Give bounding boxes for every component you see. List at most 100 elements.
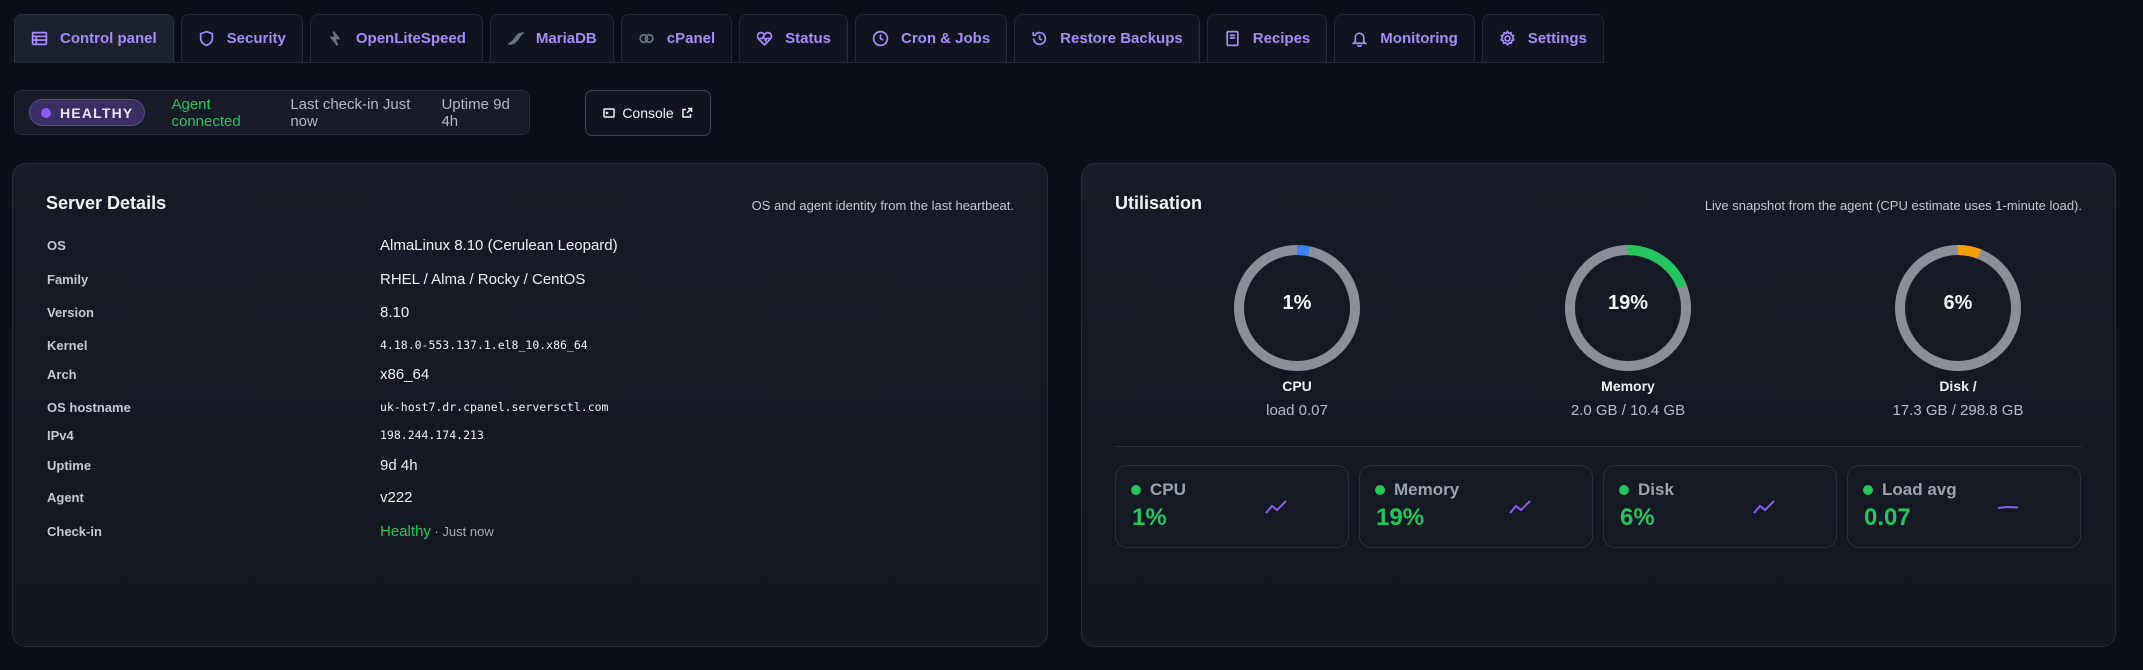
gauge-memory: 19% Memory 2.0 GB / 10.4 GB	[1528, 244, 1728, 419]
gauge-label: CPU	[1282, 378, 1312, 394]
status-dot-icon	[41, 107, 51, 118]
detail-key: Kernel	[47, 337, 88, 353]
tab-label: Settings	[1527, 30, 1587, 47]
mariadb-icon	[508, 32, 524, 45]
server-details-subtitle: OS and agent identity from the last hear…	[751, 198, 1014, 213]
gauge-disk: 6% Disk / 17.3 GB / 298.8 GB	[1858, 244, 2058, 419]
gauge-percent: 19%	[1607, 292, 1649, 314]
console-button[interactable]: Console	[585, 90, 711, 136]
trend-up-icon	[1265, 500, 1287, 514]
tab-label: Recipes	[1252, 30, 1311, 47]
tab-security[interactable]: Security	[180, 14, 303, 62]
detail-row-arch: Arch x86_64	[47, 362, 1017, 386]
status-badge-label: HEALTHY	[60, 104, 134, 121]
stat-card-memory[interactable]: Memory 19%	[1359, 465, 1593, 548]
heart-pulse-icon	[756, 31, 773, 47]
tab-label: Cron & Jobs	[900, 30, 991, 47]
stat-name: Disk	[1638, 480, 1674, 499]
server-details-card: Server Details OS and agent identity fro…	[12, 163, 1048, 647]
external-link-icon	[681, 107, 692, 118]
detail-value: uk-host7.dr.cpanel.serversctl.com	[380, 400, 609, 414]
tab-label: Monitoring	[1380, 30, 1458, 47]
detail-row-check-in: Check-in Healthy · Just now	[47, 519, 1017, 543]
bell-icon	[1351, 32, 1368, 47]
status-dot-icon	[1375, 485, 1385, 495]
detail-value: RHEL / Alma / Rocky / CentOS	[380, 270, 586, 288]
tab-status[interactable]: Status	[739, 14, 848, 62]
table-icon	[31, 31, 48, 46]
detail-row-ipv4: IPv4 198.244.174.213	[47, 423, 1017, 447]
detail-key: Version	[47, 304, 94, 320]
stat-value: 1%	[1132, 504, 1167, 531]
detail-key: IPv4	[47, 427, 74, 443]
detail-key: Check-in	[47, 523, 102, 539]
openlitespeed-icon	[329, 31, 341, 46]
tab-label: Security	[226, 30, 286, 47]
detail-value: 8.10	[380, 303, 410, 321]
stat-value: 19%	[1376, 504, 1425, 531]
tab-label: Control panel	[60, 30, 157, 47]
detail-value: v222	[380, 488, 413, 506]
tab-bar: Control panel Security OpenLiteSpeed Mar…	[14, 14, 1604, 63]
detail-key: Family	[47, 271, 89, 287]
tab-openlitespeed[interactable]: OpenLiteSpeed	[309, 14, 483, 62]
status-badge: HEALTHY	[29, 99, 146, 126]
tab-label: MariaDB	[535, 30, 597, 47]
detail-key: OS hostname	[47, 399, 131, 415]
gear-icon	[1499, 30, 1515, 46]
tab-cron-jobs[interactable]: Cron & Jobs	[854, 14, 1008, 62]
tab-label: Status	[785, 30, 831, 47]
book-icon	[1226, 30, 1239, 47]
tab-monitoring[interactable]: Monitoring	[1334, 14, 1475, 62]
detail-value: x86_64	[380, 365, 430, 383]
stat-name: Memory	[1394, 480, 1460, 499]
tab-restore-backups[interactable]: Restore Backups	[1014, 14, 1200, 62]
cpanel-icon	[639, 33, 654, 44]
gauge-percent: 6%	[1943, 292, 1973, 314]
stat-value: 6%	[1620, 504, 1655, 531]
detail-key: Uptime	[47, 457, 92, 473]
utilisation-title: Utilisation	[1115, 193, 1203, 213]
stat-card-load-avg[interactable]: Load avg 0.07	[1847, 465, 2081, 548]
checkin-health-text: Healthy	[380, 522, 431, 540]
tab-label: OpenLiteSpeed	[355, 30, 466, 47]
detail-row-agent: Agent v222	[47, 485, 1017, 509]
detail-value: Healthy · Just now	[380, 523, 494, 540]
uptime-text: Uptime 9d 4h	[441, 95, 510, 130]
detail-key: Agent	[47, 489, 84, 505]
tab-recipes[interactable]: Recipes	[1206, 14, 1328, 62]
gauge-label: Memory	[1601, 378, 1655, 394]
tab-settings[interactable]: Settings	[1481, 14, 1604, 62]
detail-row-kernel: Kernel 4.18.0-553.137.1.el8_10.x86_64	[47, 333, 1017, 357]
detail-row-uptime: Uptime 9d 4h	[47, 453, 1017, 477]
utilisation-card: Utilisation Live snapshot from the agent…	[1081, 163, 2116, 647]
detail-key: OS	[47, 237, 66, 253]
status-dot-icon	[1131, 485, 1141, 495]
stat-name: Load avg	[1882, 480, 1957, 499]
tab-control-panel[interactable]: Control panel	[14, 14, 174, 62]
section-divider	[1115, 446, 2082, 447]
last-checkin-text: Last check-in Just now	[290, 95, 411, 130]
checkin-time-text: · Just now	[430, 523, 494, 539]
terminal-icon	[603, 108, 616, 118]
trend-up-icon	[1509, 500, 1531, 514]
stat-card-disk[interactable]: Disk 6%	[1603, 465, 1837, 548]
detail-value: 9d 4h	[380, 456, 418, 474]
stat-value: 0.07	[1864, 504, 1911, 531]
clock-icon	[872, 30, 889, 47]
tab-label: Restore Backups	[1060, 30, 1183, 47]
agent-connected-text: Agent connected	[171, 95, 241, 130]
detail-row-os: OS AlmaLinux 8.10 (Cerulean Leopard)	[47, 233, 1017, 257]
detail-key: Arch	[47, 366, 77, 382]
status-dot-icon	[1863, 485, 1873, 495]
detail-row-os-hostname: OS hostname uk-host7.dr.cpanel.serversct…	[47, 395, 1017, 419]
history-icon	[1032, 31, 1047, 46]
gauge-label: Disk /	[1939, 378, 1977, 394]
gauge-subtext: 17.3 GB / 298.8 GB	[1892, 402, 2024, 419]
shield-icon	[199, 30, 213, 47]
tab-cpanel[interactable]: cPanel	[620, 14, 733, 62]
detail-value: 4.18.0-553.137.1.el8_10.x86_64	[380, 338, 588, 352]
tab-mariadb[interactable]: MariaDB	[489, 14, 614, 62]
stat-card-cpu[interactable]: CPU 1%	[1115, 465, 1349, 548]
detail-value: 198.244.174.213	[380, 428, 484, 442]
